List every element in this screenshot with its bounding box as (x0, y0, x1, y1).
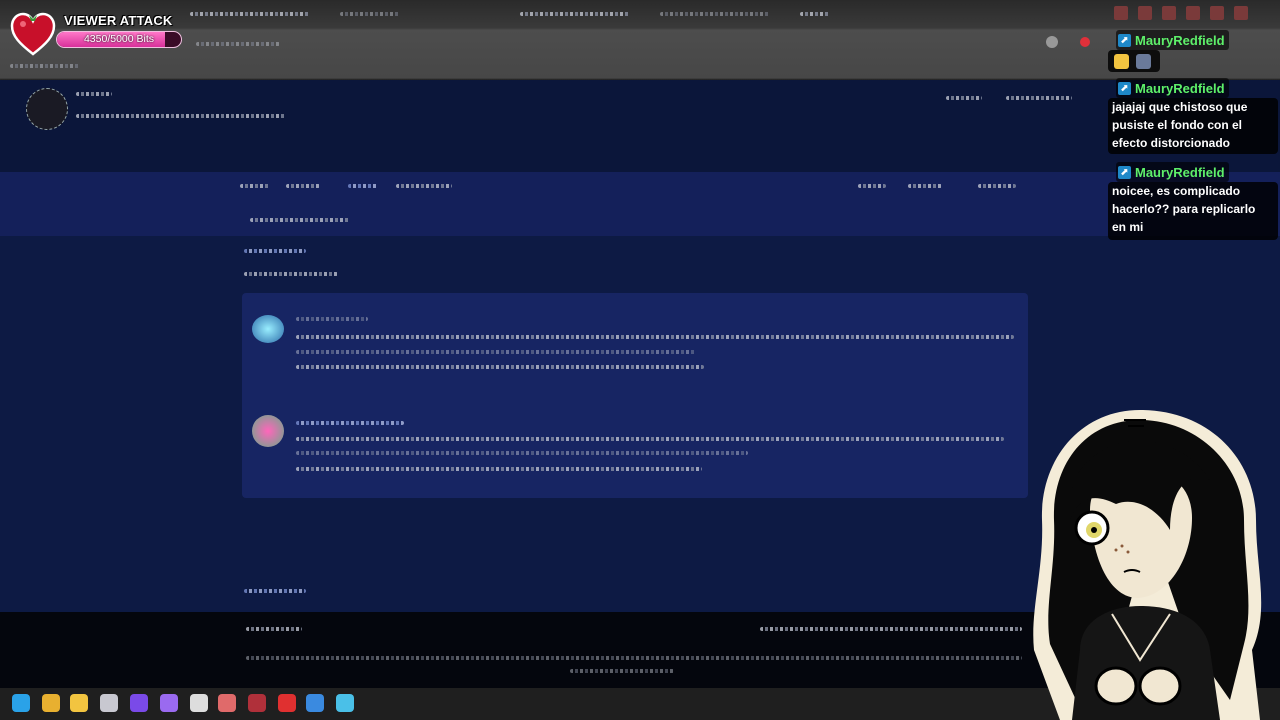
chat-message-text: noicee, es complicado hacerlo?? para rep… (1112, 184, 1256, 234)
site-title (76, 92, 112, 96)
chat-message: jajajaj que chistoso que pusiste el fond… (1108, 98, 1278, 154)
streamer-avatar (1033, 410, 1262, 720)
chat-username: MauryRedfield (1135, 32, 1225, 48)
app-icon[interactable] (218, 694, 236, 712)
chat-avatars-strip (1110, 4, 1280, 24)
app-icon[interactable] (306, 694, 324, 712)
app-icon[interactable] (130, 694, 148, 712)
chat-username-tag: ⬈ MauryRedfield (1116, 78, 1229, 98)
tab-strip[interactable] (190, 12, 310, 16)
app-icon[interactable] (160, 694, 178, 712)
viewer-avatar (1234, 6, 1248, 20)
comment-author[interactable] (296, 421, 404, 425)
footer-title (246, 627, 302, 631)
address-bar[interactable] (196, 42, 280, 46)
nav-item[interactable] (396, 184, 452, 188)
viewer-attack-progress-bar: 4350/5000 Bits (56, 31, 182, 48)
app-icon[interactable] (190, 694, 208, 712)
tab[interactable] (340, 12, 400, 16)
heart-icon (10, 12, 56, 56)
comments-card (242, 293, 1028, 498)
emote-icon (1114, 54, 1129, 69)
twitch-badge-icon: ⬈ (1118, 165, 1131, 179)
section-title (244, 272, 338, 276)
chat-username: MauryRedfield (1135, 80, 1225, 96)
viewer-avatar (1138, 6, 1152, 20)
page-heading (250, 218, 350, 222)
nav-item[interactable] (978, 184, 1016, 188)
chat-username: MauryRedfield (1135, 164, 1225, 180)
viewer-avatar (1114, 6, 1128, 20)
app-icon[interactable] (100, 694, 118, 712)
chat-message-text: jajajaj que chistoso que pusiste el fond… (1112, 100, 1248, 150)
chat-username-tag: ⬈ MauryRedfield (1116, 30, 1229, 50)
comment-text (296, 365, 704, 369)
pagination[interactable] (244, 589, 306, 593)
footer-text (246, 656, 1022, 660)
viewer-attack-title: VIEWER ATTACK (64, 13, 173, 28)
comment-text (296, 467, 702, 471)
browser-toolbar (0, 0, 1280, 80)
app-icon[interactable] (70, 694, 88, 712)
viewer-avatar (1162, 6, 1176, 20)
site-subtitle (76, 114, 286, 118)
twitch-badge-icon: ⬈ (1118, 81, 1131, 95)
app-icon[interactable] (12, 694, 30, 712)
nav-item[interactable] (908, 184, 942, 188)
comment-text (296, 437, 1004, 441)
app-icon[interactable] (278, 694, 296, 712)
comment-author[interactable] (296, 317, 368, 321)
chat-message: noicee, es complicado hacerlo?? para rep… (1108, 182, 1278, 240)
viewer-avatar (1186, 6, 1200, 20)
app-icon[interactable] (248, 694, 266, 712)
header-link[interactable] (1006, 96, 1072, 100)
header-link[interactable] (946, 96, 982, 100)
viewer-attack-count: 4350/5000 Bits (83, 33, 155, 45)
extension-icon[interactable] (1046, 36, 1058, 48)
emote-icon (1136, 54, 1151, 69)
comment-text (296, 451, 748, 455)
nav-item[interactable] (858, 184, 886, 188)
avatar[interactable] (252, 315, 284, 343)
chat-username-tag: ⬈ MauryRedfield (1116, 162, 1229, 182)
comment-text (296, 335, 1014, 339)
comment-text (296, 350, 696, 354)
nav-item[interactable] (286, 184, 320, 188)
tab[interactable] (520, 12, 630, 16)
page-header (0, 80, 1280, 172)
nav-item[interactable] (348, 184, 378, 188)
twitch-badge-icon: ⬈ (1118, 33, 1131, 47)
nav-item[interactable] (240, 184, 270, 188)
record-icon[interactable] (1080, 37, 1090, 47)
app-icon[interactable] (42, 694, 60, 712)
tab[interactable] (800, 12, 830, 16)
chat-message (1108, 50, 1160, 72)
viewer-avatar (1210, 6, 1224, 20)
avatar[interactable] (252, 415, 284, 447)
breadcrumb[interactable] (244, 249, 306, 253)
footer-text (570, 669, 674, 673)
app-icon[interactable] (336, 694, 354, 712)
footer-links[interactable] (760, 627, 1022, 631)
tab[interactable] (660, 12, 770, 16)
site-logo[interactable] (26, 88, 68, 130)
navigation-bar (0, 172, 1280, 236)
bookmarks-bar[interactable] (10, 64, 80, 68)
